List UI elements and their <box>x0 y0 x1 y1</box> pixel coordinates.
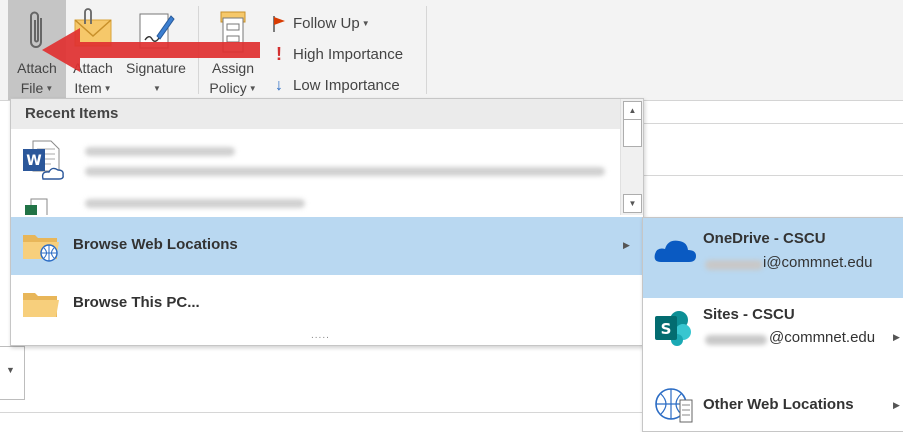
browse-web-locations-item[interactable]: Browse Web Locations ▶ <box>11 217 643 275</box>
attach-item-label-2: Item ▼ <box>74 80 112 96</box>
resize-handle[interactable]: ..... <box>311 330 330 341</box>
chevron-down-icon: ▼ <box>6 365 15 375</box>
compose-field-line <box>640 123 903 124</box>
compose-field-line <box>0 412 642 413</box>
follow-up-button[interactable]: Follow Up ▼ <box>268 8 403 39</box>
onedrive-location-item[interactable]: OneDrive - CSCU i@commnet.edu <box>643 218 903 298</box>
scroll-up-button[interactable]: ▲ <box>623 101 642 120</box>
low-importance-button[interactable]: ↓ Low Importance <box>268 70 403 101</box>
chevron-down-icon: ▼ <box>153 84 161 93</box>
chevron-down-icon: ▼ <box>361 19 370 28</box>
flag-icon <box>268 15 290 33</box>
compose-field-line <box>640 175 903 176</box>
onedrive-cloud-icon <box>653 234 697 269</box>
sites-email-redacted <box>705 335 767 345</box>
other-web-locations-title: Other Web Locations <box>703 396 854 413</box>
chevron-right-icon: ▶ <box>893 332 900 342</box>
recent-items-header: Recent Items <box>11 99 621 129</box>
chevron-down-icon: ▼ <box>103 84 112 93</box>
follow-up-label: Follow Up <box>293 15 360 32</box>
recent-item[interactable]: W <box>11 131 621 187</box>
attach-file-dropdown: Recent Items W ▲ ▼ Browse Web Locations … <box>10 98 644 346</box>
signature-caret: ▼ <box>120 78 192 99</box>
ribbon-separator <box>426 6 427 94</box>
sites-location-item[interactable]: S Sites - CSCU @commnet.edu ▶ <box>643 298 903 374</box>
chevron-down-icon: ▼ <box>45 84 54 93</box>
word-cloud-document-icon: W <box>21 137 65 186</box>
svg-text:S: S <box>661 320 672 338</box>
folder-globe-icon <box>21 229 61 267</box>
excel-document-icon <box>21 197 51 215</box>
chevron-down-icon: ▼ <box>248 84 257 93</box>
scroll-down-button[interactable]: ▼ <box>623 194 642 213</box>
globe-server-icon <box>653 384 695 429</box>
arrow-down-icon: ↓ <box>275 76 283 94</box>
sites-title: Sites - CSCU <box>703 306 795 323</box>
recent-item-path-redacted <box>85 167 605 176</box>
exclamation-icon: ! <box>276 44 282 64</box>
compose-dropdown-box[interactable]: ▼ <box>0 346 25 400</box>
chevron-right-icon: ▶ <box>893 400 900 410</box>
onedrive-email-redacted <box>705 260 763 270</box>
web-locations-submenu: OneDrive - CSCU i@commnet.edu S Sites - … <box>642 217 903 432</box>
folder-icon <box>21 287 61 325</box>
browse-web-locations-label: Browse Web Locations <box>73 236 238 253</box>
tags-group: Follow Up ▼ ! High Importance ↓ Low Impo… <box>268 8 403 101</box>
high-importance-label: High Importance <box>293 46 404 63</box>
chevron-right-icon: ▶ <box>623 240 630 250</box>
svg-text:W: W <box>26 153 41 169</box>
assign-policy-label-2: Policy ▼ <box>209 80 257 96</box>
onedrive-title: OneDrive - CSCU <box>703 230 826 247</box>
other-web-locations-item[interactable]: Other Web Locations ▶ <box>643 374 903 431</box>
sites-email: @commnet.edu <box>769 329 876 346</box>
sharepoint-icon: S <box>653 308 693 353</box>
recent-item-title-redacted <box>85 199 305 208</box>
recent-items-scrollbar[interactable]: ▲ ▼ <box>620 99 643 215</box>
attach-file-label-2: File ▼ <box>20 80 54 96</box>
browse-this-pc-item[interactable]: Browse This PC... <box>11 275 643 333</box>
recent-item[interactable] <box>11 191 621 215</box>
browse-this-pc-label: Browse This PC... <box>73 294 200 311</box>
scroll-thumb[interactable] <box>623 119 642 147</box>
annotation-arrow-icon <box>42 28 260 72</box>
recent-item-title-redacted <box>85 147 235 156</box>
high-importance-button[interactable]: ! High Importance <box>268 39 403 70</box>
low-importance-label: Low Importance <box>293 77 400 94</box>
onedrive-email: i@commnet.edu <box>763 254 873 271</box>
